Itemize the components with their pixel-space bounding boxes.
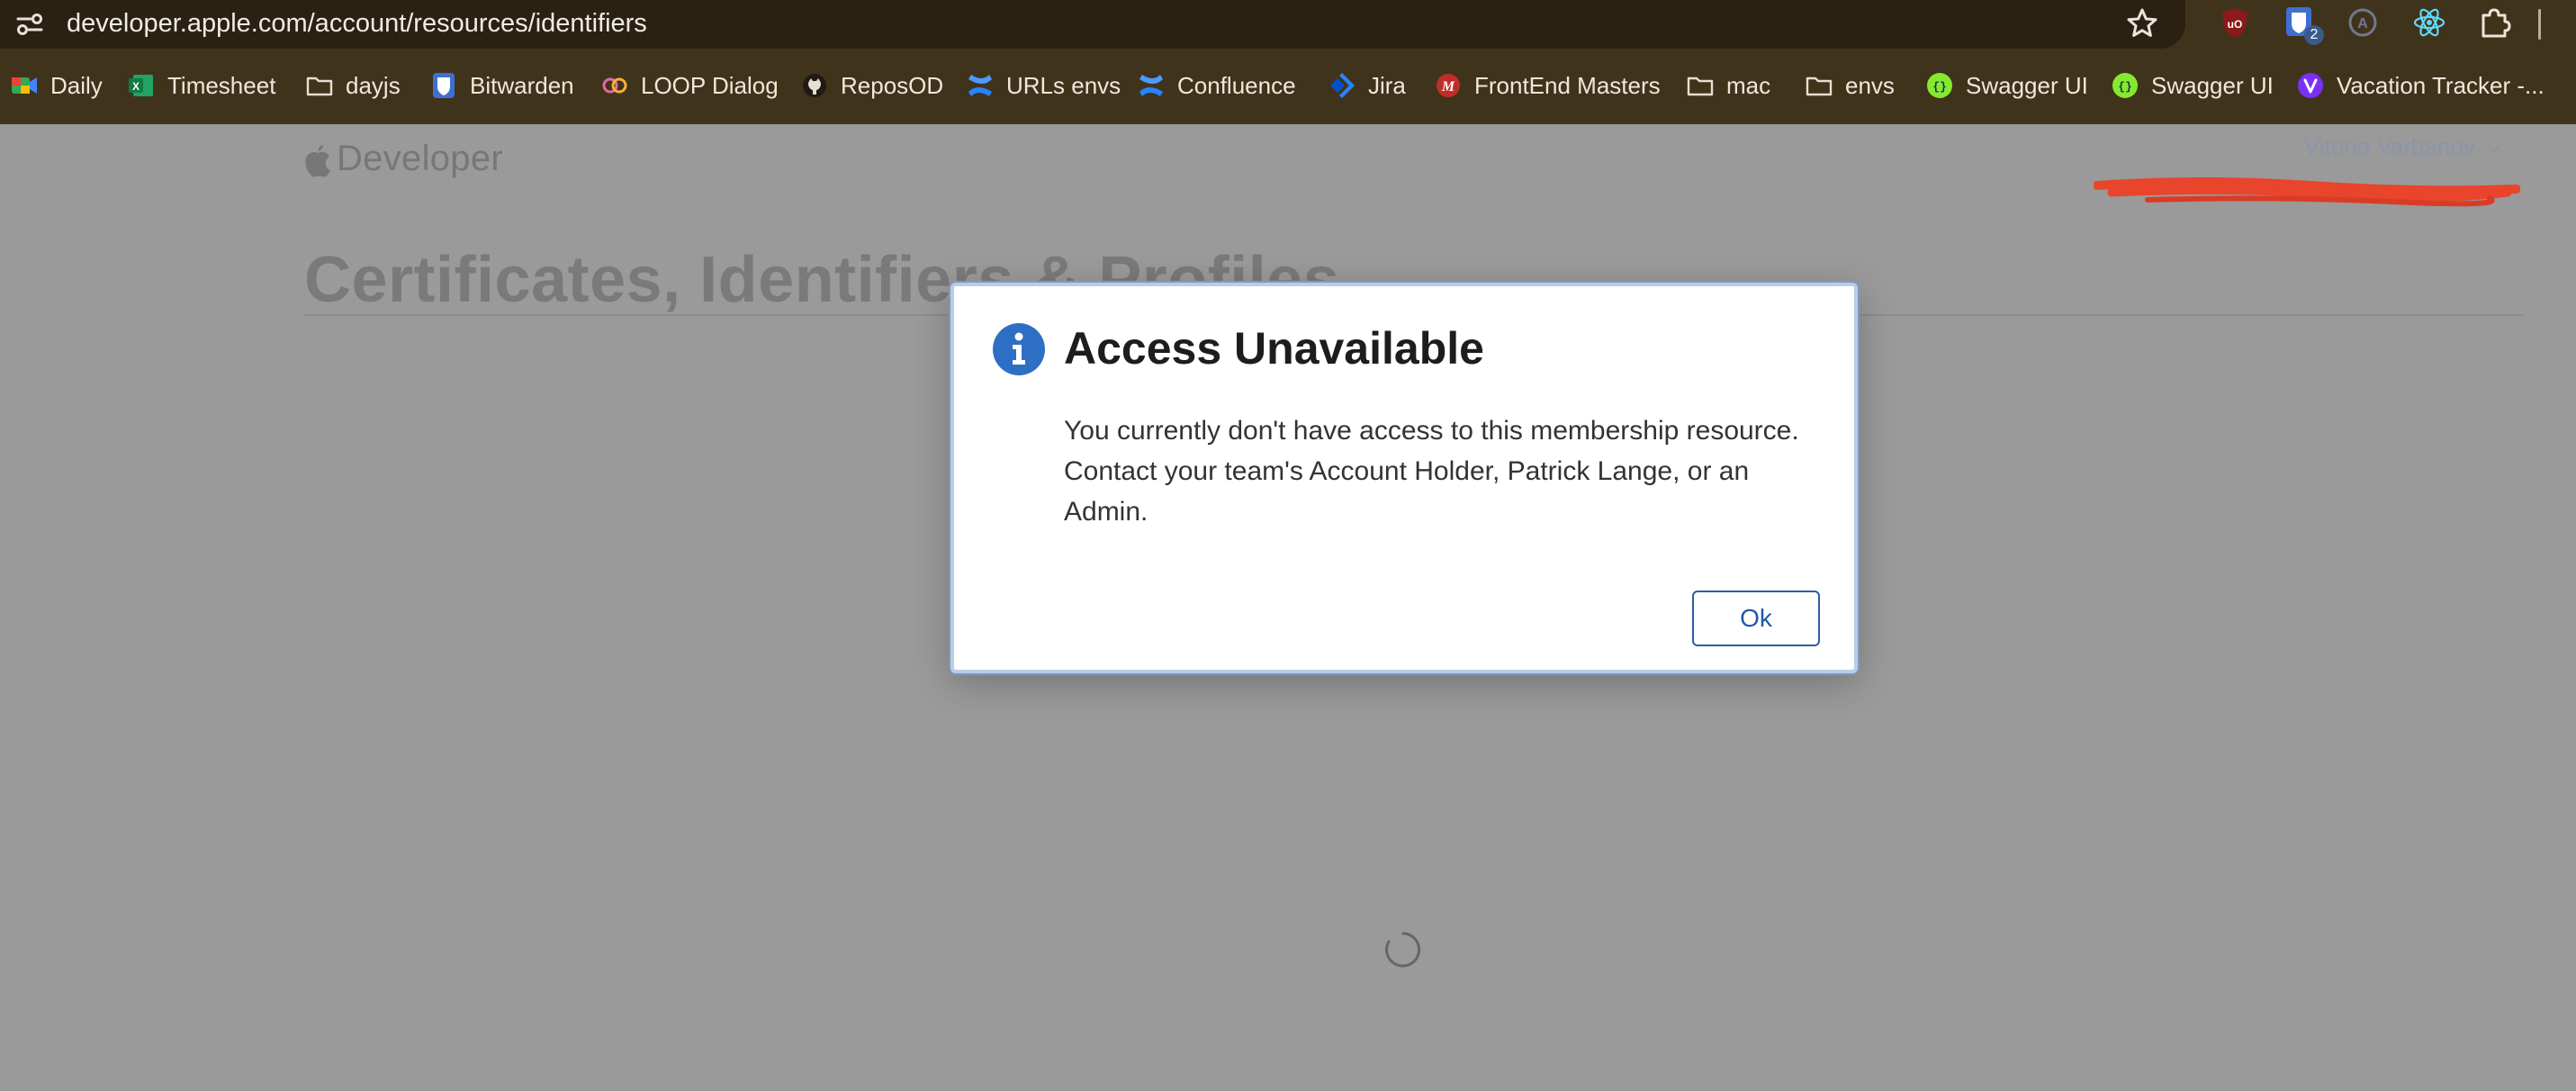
redaction-scribble xyxy=(2094,177,2520,207)
developer-brand[interactable]: Developer xyxy=(302,139,503,179)
github-icon xyxy=(803,74,826,97)
svg-text:uO: uO xyxy=(2228,18,2243,31)
star-icon[interactable] xyxy=(2124,5,2160,41)
vacation-tracker-icon xyxy=(2298,73,2323,98)
loading-spinner-icon xyxy=(1385,932,1421,968)
bookmark-swagger-ui-2[interactable]: {} Swagger UI xyxy=(2110,61,2274,110)
account-menu[interactable]: Vitorio Varbanov xyxy=(2304,133,2475,161)
jira-icon xyxy=(1330,73,1355,98)
extensions-puzzle-icon[interactable] xyxy=(2475,4,2513,41)
apple-logo-icon xyxy=(305,144,330,176)
svg-text:A: A xyxy=(2357,16,2368,32)
dialog-message-line: You currently don't have access to this … xyxy=(1064,416,1799,446)
access-unavailable-dialog: Access Unavailable You currently don't h… xyxy=(950,283,1858,673)
bookmark-urls-envs[interactable]: URLs envs xyxy=(965,61,1121,110)
dialog-message-line: Contact your team's Account Holder, Patr… xyxy=(1064,456,1750,486)
bookmark-bitwarden[interactable]: Bitwarden xyxy=(428,61,574,110)
bitwarden-extension-icon[interactable]: 2 xyxy=(2281,4,2324,45)
loop-icon xyxy=(602,77,627,94)
ublock-icon[interactable]: uO xyxy=(2216,4,2254,41)
dialog-message-line: Admin. xyxy=(1064,497,1148,527)
swagger-icon: {} xyxy=(1927,73,1952,98)
bookmark-envs[interactable]: envs xyxy=(1804,61,1895,110)
brand-text: Developer xyxy=(337,139,504,178)
dialog-message: You currently don't have access to this … xyxy=(1064,410,1838,532)
bookmark-jira[interactable]: Jira xyxy=(1327,61,1406,110)
folder-icon xyxy=(306,77,333,96)
ok-button[interactable]: Ok xyxy=(1692,591,1820,646)
google-meet-icon xyxy=(12,77,37,94)
site-settings-icon[interactable] xyxy=(13,7,47,41)
svg-text:{}: {} xyxy=(1932,80,1947,94)
swagger-icon: {} xyxy=(2112,73,2138,98)
folder-icon xyxy=(1687,77,1714,96)
bookmark-confluence[interactable]: Confluence xyxy=(1136,61,1296,110)
bookmarks-bar: Daily X Timesheet dayjs Bitwarden LOOP D… xyxy=(0,61,2576,110)
address-bar[interactable]: developer.apple.com/account/resources/id… xyxy=(0,0,2185,49)
extension-badge: 2 xyxy=(2304,25,2324,45)
bookmark-reposod[interactable]: ReposOD xyxy=(799,61,943,110)
react-devtools-icon[interactable] xyxy=(2410,4,2448,41)
bookmark-daily[interactable]: Daily xyxy=(9,61,103,110)
svg-text:M: M xyxy=(1441,79,1455,95)
account-extension-icon[interactable]: A xyxy=(2344,4,2382,41)
bookmark-dayjs[interactable]: dayjs xyxy=(304,61,401,110)
frontend-masters-icon: M xyxy=(1437,74,1460,97)
bitwarden-icon xyxy=(433,73,455,98)
info-icon xyxy=(993,323,1045,375)
excel-icon: X xyxy=(129,75,153,96)
dialog-title: Access Unavailable xyxy=(1064,323,1484,374)
url-text[interactable]: developer.apple.com/account/resources/id… xyxy=(67,5,647,41)
bookmark-timesheet[interactable]: X Timesheet xyxy=(126,61,275,110)
browser-chrome: developer.apple.com/account/resources/id… xyxy=(0,0,2576,124)
confluence-icon xyxy=(1139,75,1163,96)
bookmark-mac[interactable]: mac xyxy=(1685,61,1770,110)
folder-icon xyxy=(1806,77,1833,96)
bookmark-vacation-tracker[interactable]: Vacation Tracker -... xyxy=(2295,61,2544,110)
svg-text:{}: {} xyxy=(2118,80,2132,94)
svg-text:X: X xyxy=(132,80,140,93)
bookmark-frontend-masters[interactable]: M FrontEnd Masters xyxy=(1433,61,1661,110)
chevron-down-icon[interactable] xyxy=(2486,140,2502,157)
bookmark-loop-dialog[interactable]: LOOP Dialog xyxy=(599,61,779,110)
toolbar-divider xyxy=(2538,9,2541,40)
confluence-icon xyxy=(968,75,992,96)
bookmark-swagger-ui-1[interactable]: {} Swagger UI xyxy=(1924,61,2088,110)
